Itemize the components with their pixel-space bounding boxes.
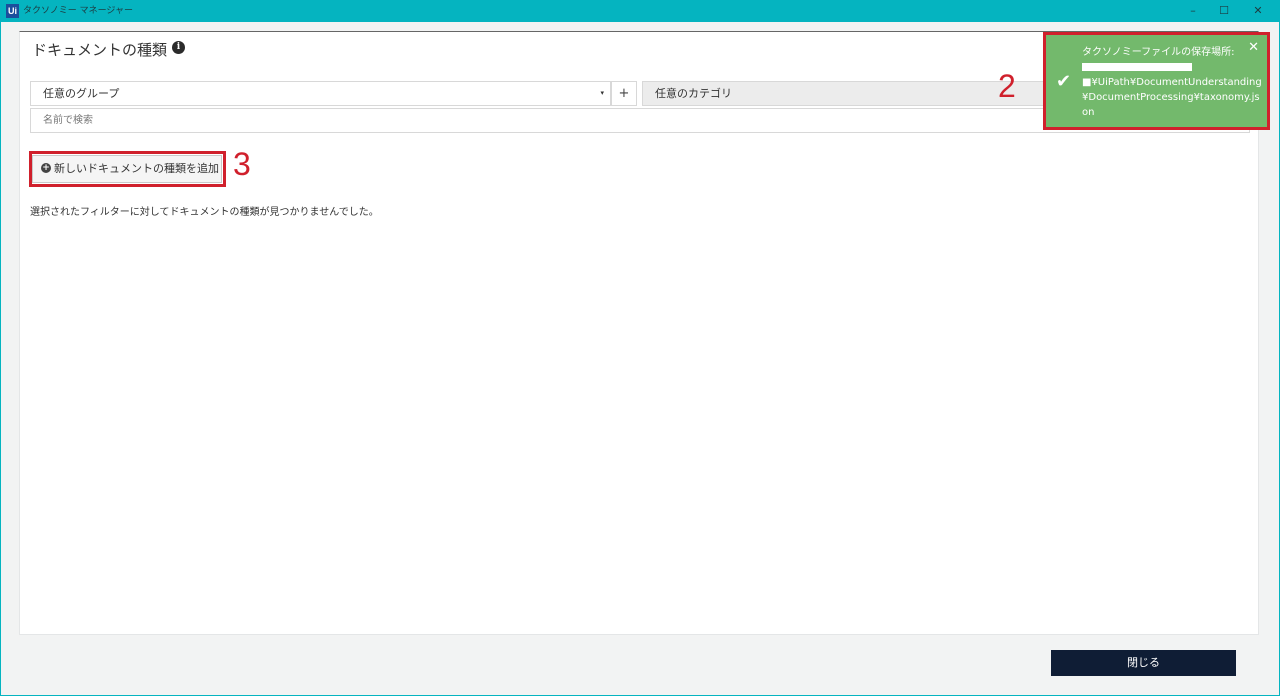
toast-title: タクソノミーファイルの保存場所:	[1082, 47, 1235, 58]
empty-state-message: 選択されたフィルターに対してドキュメントの種類が見つかりませんでした。	[30, 207, 379, 218]
annotation-highlight-box	[29, 151, 226, 187]
minimize-button[interactable]: –	[1178, 2, 1208, 20]
window-title: タクソノミー マネージャー	[23, 6, 133, 16]
annotation-number: 2	[998, 68, 1016, 104]
redaction-bar	[1082, 63, 1192, 71]
toast-path-container: ■¥UiPath¥DocumentUnderstanding¥DocumentP…	[1082, 60, 1264, 120]
group-select[interactable]: 任意のグループ ▾	[30, 81, 611, 106]
add-group-button[interactable]: +	[611, 81, 637, 106]
annotation-number: 3	[233, 146, 251, 182]
toast-file-path: ■¥UiPath¥DocumentUnderstanding¥DocumentP…	[1082, 77, 1262, 118]
close-button[interactable]: 閉じる	[1051, 650, 1236, 676]
app-icon: Ui	[6, 4, 19, 18]
save-location-toast: ✔ タクソノミーファイルの保存場所: ✕ ■¥UiPath¥DocumentUn…	[1043, 32, 1270, 130]
toast-close-icon[interactable]: ✕	[1248, 40, 1259, 55]
check-icon: ✔	[1056, 71, 1072, 92]
group-select-value: 任意のグループ	[43, 87, 120, 100]
info-icon[interactable]: i	[172, 41, 185, 54]
window-close-button[interactable]: ✕	[1243, 2, 1273, 20]
maximize-button[interactable]: ☐	[1209, 2, 1239, 20]
page-title: ドキュメントの種類	[32, 41, 168, 59]
category-select-value: 任意のカテゴリ	[655, 87, 732, 100]
window-title-bar: Ui タクソノミー マネージャー – ☐ ✕	[0, 0, 1280, 22]
chevron-down-icon: ▾	[600, 89, 604, 97]
